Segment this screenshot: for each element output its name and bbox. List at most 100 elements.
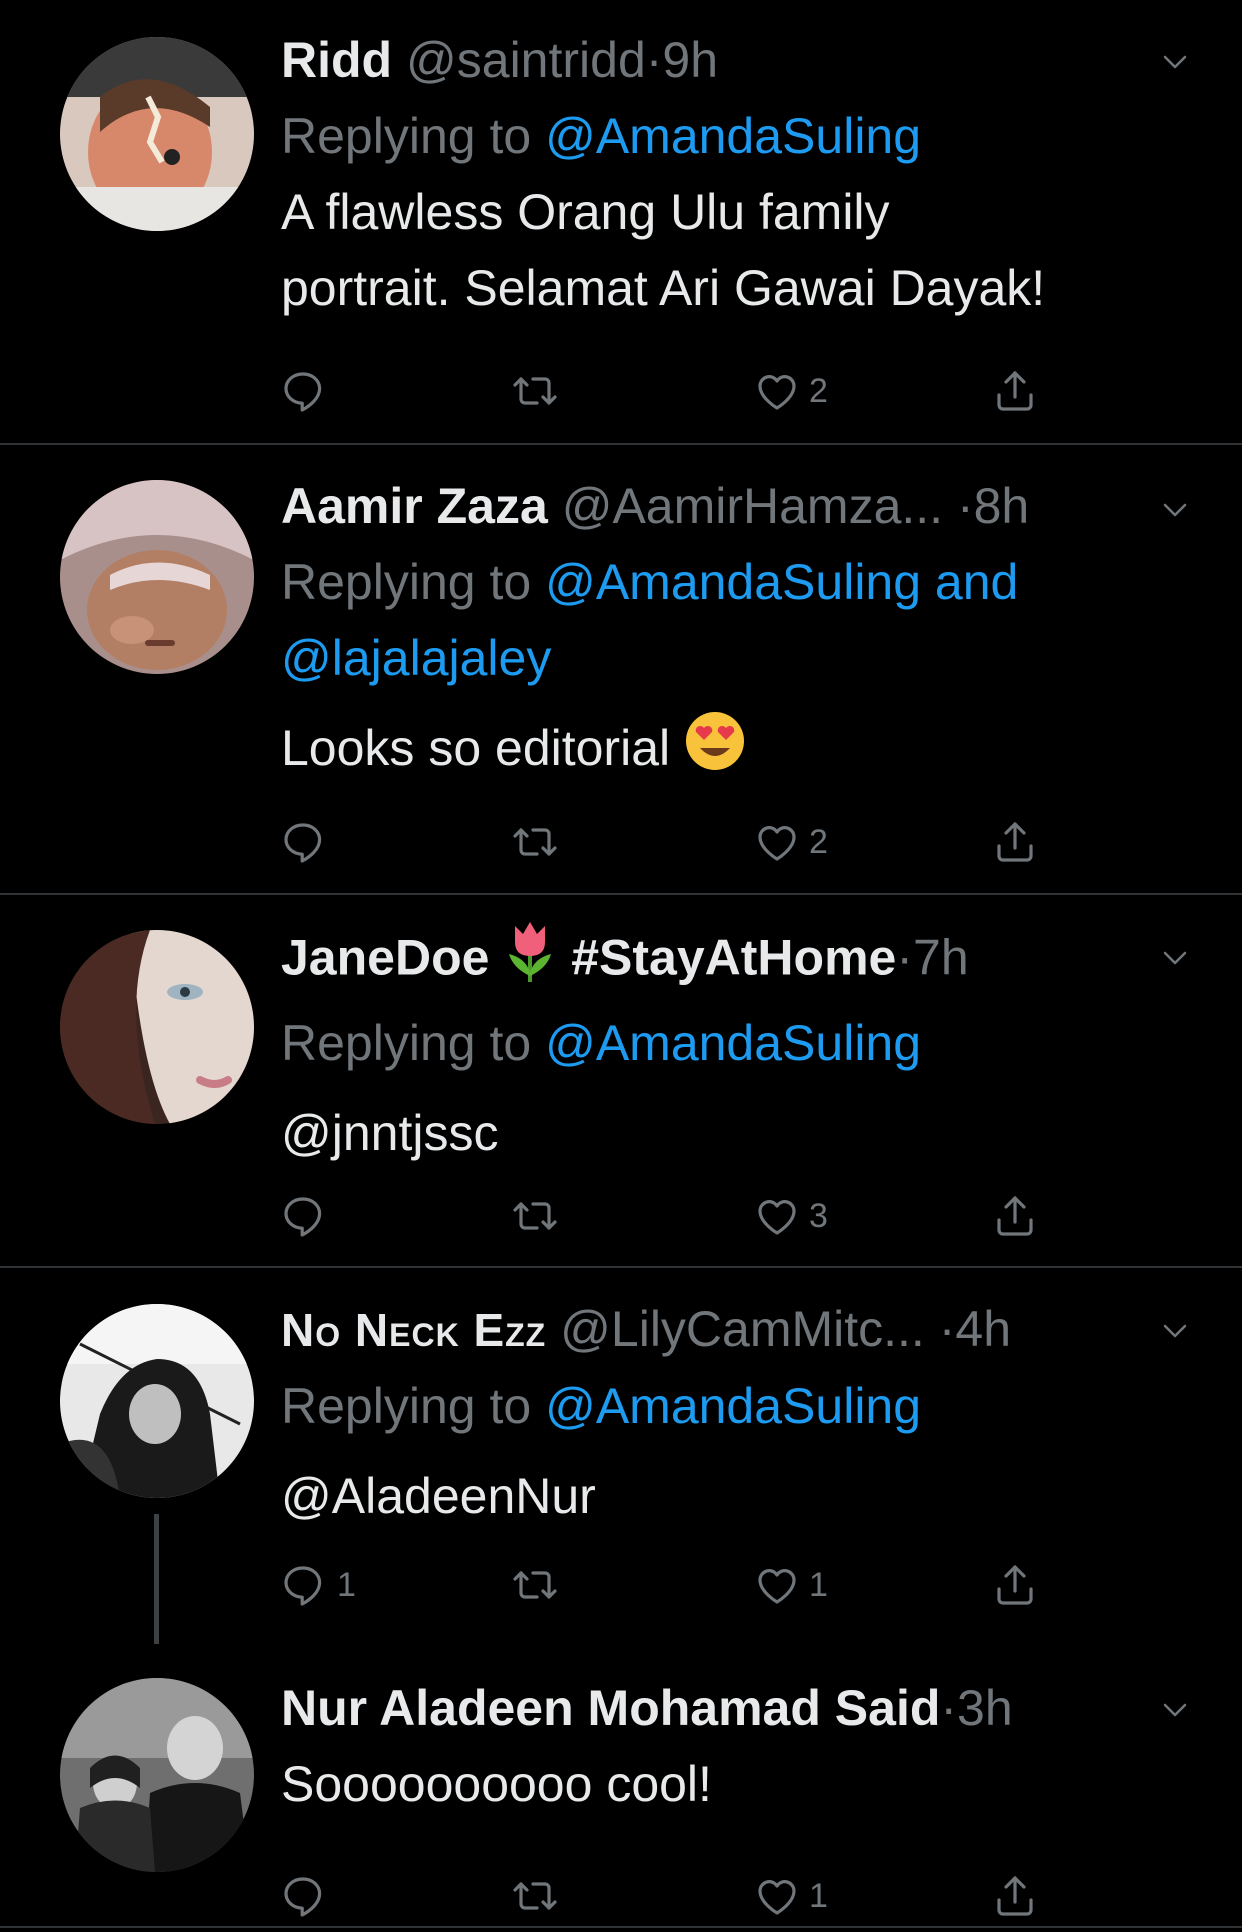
retweet-button[interactable] (511, 1866, 567, 1926)
reply-icon (281, 367, 329, 415)
display-name[interactable]: JaneDoe (281, 930, 489, 986)
share-button[interactable] (991, 812, 1039, 872)
divider (0, 893, 1242, 895)
avatar[interactable] (60, 1304, 254, 1498)
like-button[interactable]: 1 (753, 1555, 828, 1615)
tweet-body: Soooooooooo cool! (281, 1756, 712, 1812)
share-button[interactable] (991, 1866, 1039, 1926)
replying-prefix: Replying to (281, 1378, 532, 1434)
timestamp[interactable]: 8h (974, 478, 1030, 534)
share-button[interactable] (991, 1555, 1039, 1615)
handle[interactable]: @saintridd (406, 32, 646, 88)
replying-to-link[interactable]: @AmandaSuling (545, 1015, 921, 1071)
heart-eyes-emoji (684, 710, 746, 793)
share-icon (991, 1192, 1039, 1240)
reply-icon (281, 818, 329, 866)
share-button[interactable] (991, 1186, 1039, 1246)
retweet-icon (511, 1872, 559, 1920)
caret-down-icon[interactable] (1160, 1316, 1190, 1346)
display-name[interactable]: Ridd (281, 32, 392, 88)
like-count: 2 (809, 822, 828, 861)
reply-icon (281, 1872, 329, 1920)
separator: · (938, 1301, 956, 1357)
hashtag[interactable]: #StayAtHome (571, 930, 896, 986)
retweet-button[interactable] (511, 1186, 567, 1246)
like-count: 1 (809, 1565, 828, 1604)
handle[interactable]: @AamirHamza... (562, 478, 943, 534)
share-icon (991, 818, 1039, 866)
reply-button[interactable] (281, 812, 337, 872)
like-icon (753, 1192, 801, 1240)
reply-icon (281, 1192, 329, 1240)
avatar[interactable] (60, 1678, 254, 1872)
action-bar: 2 (281, 361, 1081, 421)
replying-prefix: Replying to (281, 108, 532, 164)
display-name[interactable]: Nur Aladeen Mohamad Said (281, 1680, 940, 1736)
thread-line (154, 1514, 159, 1644)
tweet-body-line: portrait. Selamat Ari Gawai Dayak! (281, 260, 1046, 316)
retweet-button[interactable] (511, 1555, 567, 1615)
replying-to-link[interactable]: @AmandaSuling (545, 108, 921, 164)
avatar[interactable] (60, 480, 254, 674)
timestamp[interactable]: 7h (913, 930, 969, 986)
reply-button[interactable] (281, 1866, 337, 1926)
like-button[interactable]: 2 (753, 812, 828, 872)
timestamp[interactable]: 3h (957, 1680, 1013, 1736)
divider (0, 1266, 1242, 1268)
retweet-icon (511, 1561, 559, 1609)
reply-count: 1 (337, 1565, 356, 1604)
handle[interactable]: @LilyCamMitc... (560, 1301, 925, 1357)
reply-icon (281, 1561, 329, 1609)
caret-down-icon[interactable] (1160, 495, 1190, 525)
display-name[interactable]: Aamir Zaza (281, 478, 548, 534)
action-bar: 1 1 (281, 1555, 1081, 1615)
replying-prefix: Replying to (281, 1015, 532, 1071)
replying-to-link[interactable]: @AmandaSuling and (545, 554, 1018, 610)
action-bar: 2 (281, 812, 1081, 872)
like-button[interactable]: 1 (753, 1866, 828, 1926)
share-icon (991, 367, 1039, 415)
replying-prefix: Replying to (281, 554, 532, 610)
tweet-body: Looks so editorial (281, 720, 671, 776)
caret-down-icon[interactable] (1160, 1695, 1190, 1725)
divider (0, 443, 1242, 445)
replying-to-link[interactable]: @AmandaSuling (545, 1378, 921, 1434)
caret-down-icon[interactable] (1160, 47, 1190, 77)
timestamp[interactable]: 4h (955, 1301, 1011, 1357)
tweet-body-mention[interactable]: @AladeenNur (281, 1458, 1182, 1534)
reply-feed: Ridd @saintridd·9h Replying to @AmandaSu… (0, 0, 1242, 1932)
like-button[interactable]: 3 (753, 1186, 828, 1246)
reply-button[interactable] (281, 361, 337, 421)
like-button[interactable]: 2 (753, 361, 828, 421)
share-icon (991, 1561, 1039, 1609)
avatar[interactable] (60, 37, 254, 231)
like-icon (753, 818, 801, 866)
retweet-icon (511, 367, 559, 415)
like-count: 2 (809, 371, 828, 410)
like-icon (753, 1561, 801, 1609)
retweet-button[interactable] (511, 361, 567, 421)
timestamp[interactable]: 9h (662, 32, 718, 88)
tweet-body-mention[interactable]: @jnntjssc (281, 1095, 1182, 1171)
retweet-button[interactable] (511, 812, 567, 872)
like-icon (753, 367, 801, 415)
divider (0, 1926, 1242, 1928)
avatar[interactable] (60, 930, 254, 1124)
reply-button[interactable]: 1 (281, 1555, 356, 1615)
display-name[interactable]: No Neck Ezz (281, 1304, 546, 1356)
like-icon (753, 1872, 801, 1920)
share-icon (991, 1872, 1039, 1920)
tulip-emoji (503, 918, 557, 1005)
share-button[interactable] (991, 361, 1039, 421)
replying-to-link[interactable]: @lajalajaley (281, 630, 551, 686)
like-count: 1 (809, 1876, 828, 1915)
action-bar: 1 (281, 1866, 1081, 1926)
separator: · (645, 32, 663, 88)
separator: · (956, 478, 974, 534)
reply-button[interactable] (281, 1186, 337, 1246)
retweet-icon (511, 818, 559, 866)
caret-down-icon[interactable] (1160, 943, 1190, 973)
separator: · (896, 929, 914, 986)
action-bar: 3 (281, 1186, 1081, 1246)
tweet-body-line: A flawless Orang Ulu family (281, 184, 890, 240)
